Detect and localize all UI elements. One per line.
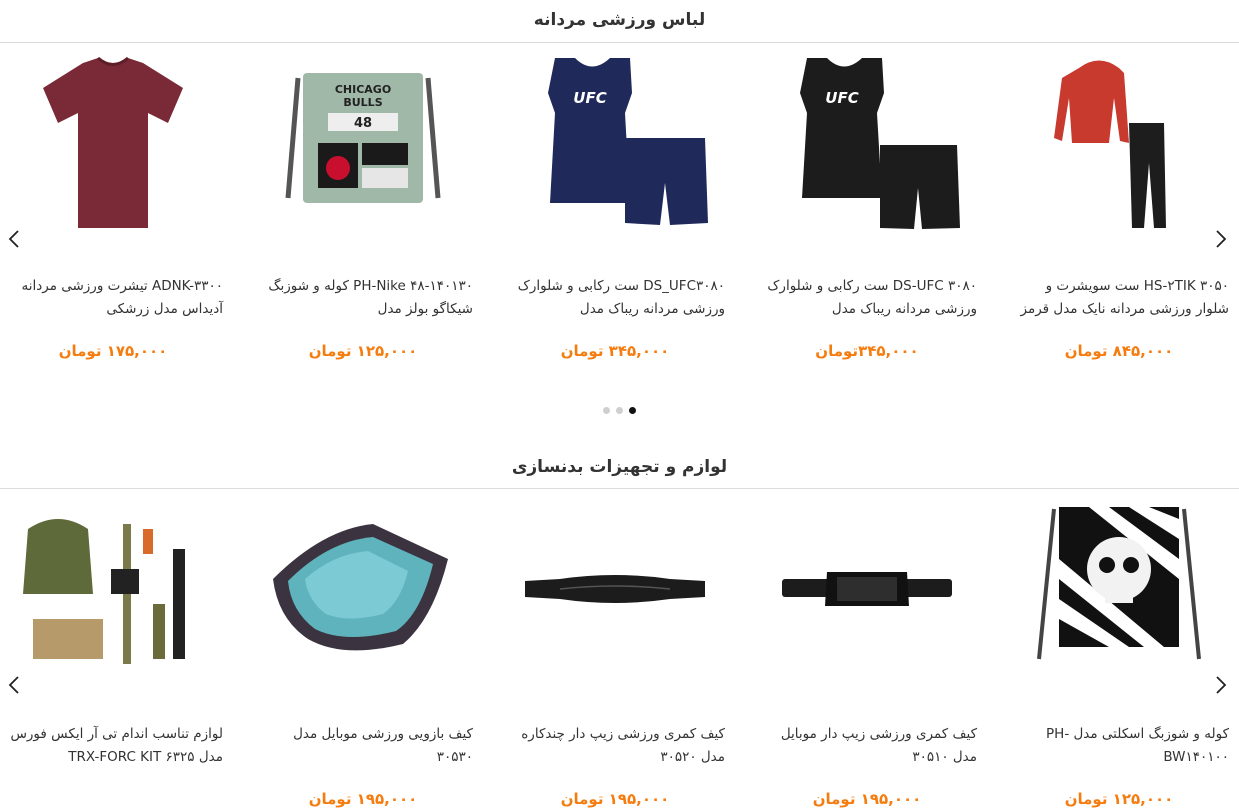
- image-text: 48: [354, 116, 372, 131]
- product-card[interactable]: CHICAGO BULLS 48 PH-Nike ۴۸-۱۴۰۱۳۰ کوله …: [253, 43, 473, 373]
- carousel-pagination: [0, 407, 1239, 414]
- product-image[interactable]: [3, 489, 223, 689]
- product-card[interactable]: لوازم تناسب اندام تی آر ایکس فورس مدل TR…: [3, 489, 223, 812]
- product-image[interactable]: [1009, 43, 1229, 243]
- waist-bag-image: [525, 575, 705, 603]
- chevron-right-icon: [1216, 676, 1227, 694]
- chevron-left-icon: [8, 230, 19, 248]
- product-image[interactable]: [3, 43, 223, 243]
- tshirt-image: [43, 56, 183, 228]
- chevron-left-icon: [8, 676, 19, 694]
- product-image[interactable]: UFC: [757, 43, 977, 243]
- product-price: ۳۴۵,۰۰۰تومان: [815, 342, 919, 360]
- fitness-equipment-carousel: لوازم تناسب اندام تی آر ایکس فورس مدل TR…: [0, 489, 1239, 812]
- carousel-dot[interactable]: [603, 407, 610, 414]
- product-card[interactable]: کیف کمری ورزشی زیپ دار چندکاره مدل ۳۰۵۲۰…: [505, 489, 725, 812]
- product-card[interactable]: کوله و شوزبگ اسکلتی مدل -PH BW۱۴۰۱۰۰ ۱۲۵…: [1009, 489, 1229, 812]
- trx-kit-image: [23, 519, 185, 664]
- armband-image: [273, 524, 448, 651]
- product-name[interactable]: PH-Nike ۴۸-۱۴۰۱۳۰ کوله و شوزبگ شیکاگو بو…: [253, 275, 473, 321]
- waist-bag-mobile-image: [782, 572, 952, 606]
- mens-sportswear-carousel: ADNK-۳۳۰۰ تیشرت ورزشی مردانه آدیداس مدل …: [0, 43, 1239, 423]
- product-card[interactable]: کیف کمری ورزشی زیپ دار موبایل مدل ۳۰۵۱۰ …: [757, 489, 977, 812]
- tracksuit-red-image: [1054, 60, 1166, 228]
- carousel-next-button[interactable]: [1211, 672, 1231, 698]
- product-card[interactable]: UFC DS-UFC ۳۰۸۰ ست رکابی و شلوارک ورزشی …: [757, 43, 977, 373]
- ufc-set-navy-image: UFC: [548, 58, 708, 225]
- section-title-mens-sportswear: لباس ورزشی مردانه: [533, 10, 706, 30]
- product-name[interactable]: DS_UFC۳۰۸۰ ست رکابی و شلوارک ورزشی مردان…: [505, 275, 725, 321]
- carousel-next-button[interactable]: [1211, 226, 1231, 252]
- carousel-dot-active[interactable]: [629, 407, 636, 414]
- product-price: ۱۹۵,۰۰۰ تومان: [308, 790, 418, 808]
- product-price: ۱۲۵,۰۰۰ تومان: [308, 342, 418, 360]
- carousel-prev-button[interactable]: [4, 226, 24, 252]
- chevron-right-icon: [1216, 230, 1227, 248]
- product-image[interactable]: [253, 489, 473, 689]
- skull-gymsack-image: [1037, 507, 1201, 660]
- product-image[interactable]: [505, 489, 725, 689]
- product-name[interactable]: کیف بازویی ورزشی موبایل مدل ۳۰۵۳۰: [253, 723, 473, 769]
- product-name[interactable]: کوله و شوزبگ اسکلتی مدل -PH BW۱۴۰۱۰۰: [1009, 723, 1229, 769]
- product-card[interactable]: HS-۲TIK ۳۰۵۰ ست سویشرت و شلوار ورزشی مرد…: [1009, 43, 1229, 373]
- product-card[interactable]: کیف بازویی ورزشی موبایل مدل ۳۰۵۳۰ ۱۹۵,۰۰…: [253, 489, 473, 812]
- product-name[interactable]: HS-۲TIK ۳۰۵۰ ست سویشرت و شلوار ورزشی مرد…: [1009, 275, 1229, 321]
- product-image[interactable]: [757, 489, 977, 689]
- ufc-set-black-image: UFC: [800, 58, 960, 229]
- carousel-prev-button[interactable]: [4, 672, 24, 698]
- product-name[interactable]: ADNK-۳۳۰۰ تیشرت ورزشی مردانه آدیداس مدل …: [3, 275, 223, 321]
- product-name[interactable]: لوازم تناسب اندام تی آر ایکس فورس مدل TR…: [3, 723, 223, 769]
- product-price: ۱۹۵,۰۰۰ تومان: [560, 790, 670, 808]
- image-text: BULLS: [343, 96, 382, 109]
- product-image[interactable]: UFC: [505, 43, 725, 243]
- product-price: ۱۷۵,۰۰۰ تومان: [58, 342, 168, 360]
- product-price: ۸۴۵,۰۰۰ تومان: [1064, 342, 1174, 360]
- product-price: ۱۲۵,۰۰۰ تومان: [1064, 790, 1174, 808]
- product-name[interactable]: کیف کمری ورزشی زیپ دار چندکاره مدل ۳۰۵۲۰: [505, 723, 725, 769]
- product-card[interactable]: ADNK-۳۳۰۰ تیشرت ورزشی مردانه آدیداس مدل …: [3, 43, 223, 373]
- product-price: ۱۹۵,۰۰۰ تومان: [812, 790, 922, 808]
- product-card[interactable]: UFC DS_UFC۳۰۸۰ ست رکابی و شلوارک ورزشی م…: [505, 43, 725, 373]
- product-price: ۳۴۵,۰۰۰ تومان: [560, 342, 670, 360]
- product-name[interactable]: DS-UFC ۳۰۸۰ ست رکابی و شلوارک ورزشی مردا…: [757, 275, 977, 321]
- product-image[interactable]: [1009, 489, 1229, 689]
- product-list: ADNK-۳۳۰۰ تیشرت ورزشی مردانه آدیداس مدل …: [0, 43, 1239, 423]
- gymsack-image: CHICAGO BULLS 48: [285, 73, 441, 203]
- product-name[interactable]: کیف کمری ورزشی زیپ دار موبایل مدل ۳۰۵۱۰: [757, 723, 977, 769]
- image-text: UFC: [825, 89, 858, 107]
- section-title-fitness-equipment: لوازم و تجهیزات بدنسازی: [511, 457, 728, 477]
- product-image[interactable]: CHICAGO BULLS 48: [253, 43, 473, 243]
- carousel-dot[interactable]: [616, 407, 623, 414]
- product-list: لوازم تناسب اندام تی آر ایکس فورس مدل TR…: [0, 489, 1239, 812]
- image-text: UFC: [573, 89, 606, 107]
- image-text: CHICAGO: [335, 83, 391, 96]
